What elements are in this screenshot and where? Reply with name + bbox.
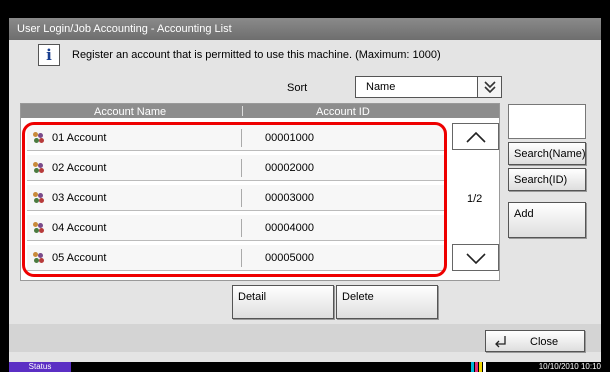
chevron-up-icon [466,131,486,143]
info-text: Register an account that is permitted to… [72,49,441,61]
status-bar [0,362,610,372]
search-result-box [508,104,586,139]
close-button[interactable]: Close [485,330,585,352]
add-button[interactable]: Add [508,202,586,238]
list-header: Account Name Account ID [21,104,499,118]
toner-level-icon [471,362,491,372]
search-name-button[interactable]: Search(Name) [508,142,586,165]
enter-icon [495,336,506,348]
window-title: User Login/Job Accounting - Accounting L… [17,23,232,35]
sort-value: Name [366,81,396,93]
info-line: i Register an account that is permitted … [38,44,478,66]
title-bar: User Login/Job Accounting - Accounting L… [9,18,601,40]
sort-label: Sort [287,82,308,94]
close-label: Close [530,336,559,348]
delete-button[interactable]: Delete [336,285,438,319]
info-icon: i [38,44,60,66]
double-chevron-down-icon[interactable] [477,77,501,97]
sort-select[interactable]: Name [355,76,502,98]
status-tab[interactable]: Status [9,362,71,372]
scroll-down-button[interactable] [452,244,499,271]
scroll-up-button[interactable] [452,123,499,150]
search-id-button[interactable]: Search(ID) [508,168,586,191]
highlight-frame [22,122,447,277]
scroll-column: 1/2 [452,123,501,273]
screen: User Login/Job Accounting - Accounting L… [0,0,610,372]
header-divider [242,106,243,116]
detail-button[interactable]: Detail [232,285,334,319]
column-account-id: Account ID [316,106,370,118]
column-account-name: Account Name [94,106,167,118]
datetime: 10/10/2010 10:10 [538,362,601,371]
chevron-down-icon [466,253,486,265]
page-indicator: 1/2 [467,193,483,205]
